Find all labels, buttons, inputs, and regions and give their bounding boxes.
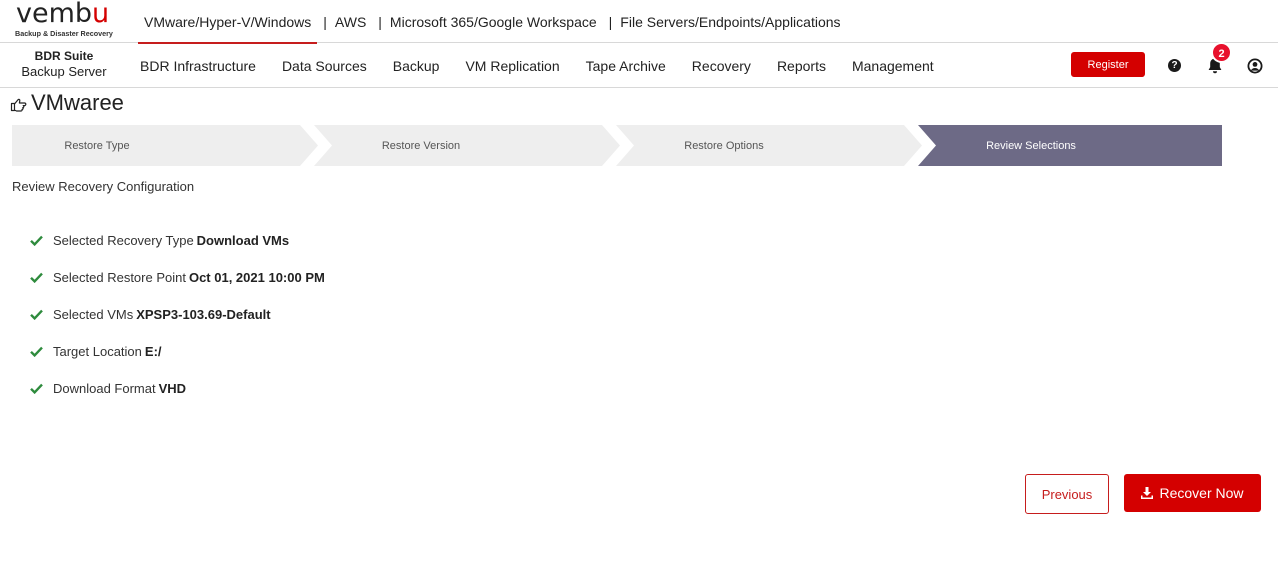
page-title-text: VMwaree [31, 90, 124, 115]
previous-button[interactable]: Previous [1025, 474, 1109, 514]
review-label: Download Format [53, 381, 156, 396]
suite-title: BDR Suite [34, 49, 94, 63]
nav-vm-replication[interactable]: VM Replication [465, 58, 559, 74]
review-value: Download VMs [196, 233, 290, 248]
pointing-hand-icon [10, 98, 27, 112]
review-item-target-location: Target Location E:/ [30, 333, 325, 370]
nav-recovery[interactable]: Recovery [692, 58, 751, 74]
step-review-selections[interactable]: Review Selections [936, 125, 1126, 166]
review-label: Selected Restore Point [53, 270, 186, 285]
product-tab-m365[interactable]: Microsoft 365/Google Workspace [384, 0, 603, 43]
nav-reports[interactable]: Reports [777, 58, 826, 74]
review-label: Selected Recovery Type [53, 233, 194, 248]
nav-tape-archive[interactable]: Tape Archive [586, 58, 666, 74]
review-value: Oct 01, 2021 10:00 PM [188, 270, 325, 285]
notification-badge: 2 [1211, 42, 1232, 63]
product-tabs: VMware/Hyper-V/Windows | AWS | Microsoft… [138, 0, 847, 44]
product-tab-vmware[interactable]: VMware/Hyper-V/Windows [138, 0, 318, 44]
suite-subtitle: Backup Server [21, 64, 107, 79]
product-tab-aws[interactable]: AWS [329, 0, 372, 43]
nav-bdr-infrastructure[interactable]: BDR Infrastructure [140, 58, 256, 74]
review-item-restore-point: Selected Restore Point Oct 01, 2021 10:0… [30, 259, 325, 296]
register-button[interactable]: Register [1071, 52, 1145, 77]
tab-separator: | [608, 13, 613, 30]
nav-menu: BDR Infrastructure Data Sources Backup V… [140, 43, 960, 88]
main-nav: BDR Suite Backup Server BDR Infrastructu… [0, 43, 1278, 88]
review-item-recovery-type: Selected Recovery Type Download VMs [30, 222, 325, 259]
suite-label: BDR Suite Backup Server [14, 49, 114, 79]
nav-backup[interactable]: Backup [393, 58, 440, 74]
nav-data-sources[interactable]: Data Sources [282, 58, 367, 74]
logo-wordmark: vembu [16, 0, 110, 29]
review-value: XPSP3-103.69-Default [136, 307, 271, 322]
vembu-logo[interactable]: vembu Backup & Disaster Recovery [14, 0, 114, 40]
review-label: Target Location [53, 344, 142, 359]
download-icon [1141, 487, 1154, 499]
review-item-selected-vms: Selected VMs XPSP3-103.69-Default [30, 296, 325, 333]
tab-separator: | [323, 13, 327, 30]
recover-now-label: Recover Now [1159, 485, 1244, 501]
wizard-steps: Restore Type Restore Version Restore Opt… [12, 125, 1222, 166]
step-restore-type[interactable]: Restore Type [12, 125, 182, 166]
review-label: Selected VMs [53, 307, 134, 322]
tab-separator: | [378, 13, 382, 30]
logo-tagline: Backup & Disaster Recovery [15, 29, 113, 38]
review-item-download-format: Download Format VHD [30, 370, 325, 407]
review-value: E:/ [144, 344, 162, 359]
check-icon [30, 346, 43, 357]
review-list: Selected Recovery Type Download VMs Sele… [30, 222, 325, 407]
product-bar: vembu Backup & Disaster Recovery VMware/… [0, 0, 1278, 44]
nav-management[interactable]: Management [852, 58, 934, 74]
review-value: VHD [158, 381, 187, 396]
help-icon[interactable]: ? [1168, 59, 1181, 72]
check-icon [30, 235, 43, 246]
page-title: VMwaree [10, 90, 124, 116]
check-icon [30, 309, 43, 320]
product-tab-file-servers[interactable]: File Servers/Endpoints/Applications [614, 0, 846, 43]
user-account-icon[interactable] [1247, 58, 1263, 74]
check-icon [30, 272, 43, 283]
section-title: Review Recovery Configuration [12, 179, 195, 194]
step-restore-version[interactable]: Restore Version [332, 125, 510, 166]
recover-now-button[interactable]: Recover Now [1124, 474, 1261, 512]
check-icon [30, 383, 43, 394]
step-restore-options[interactable]: Restore Options [634, 125, 814, 166]
